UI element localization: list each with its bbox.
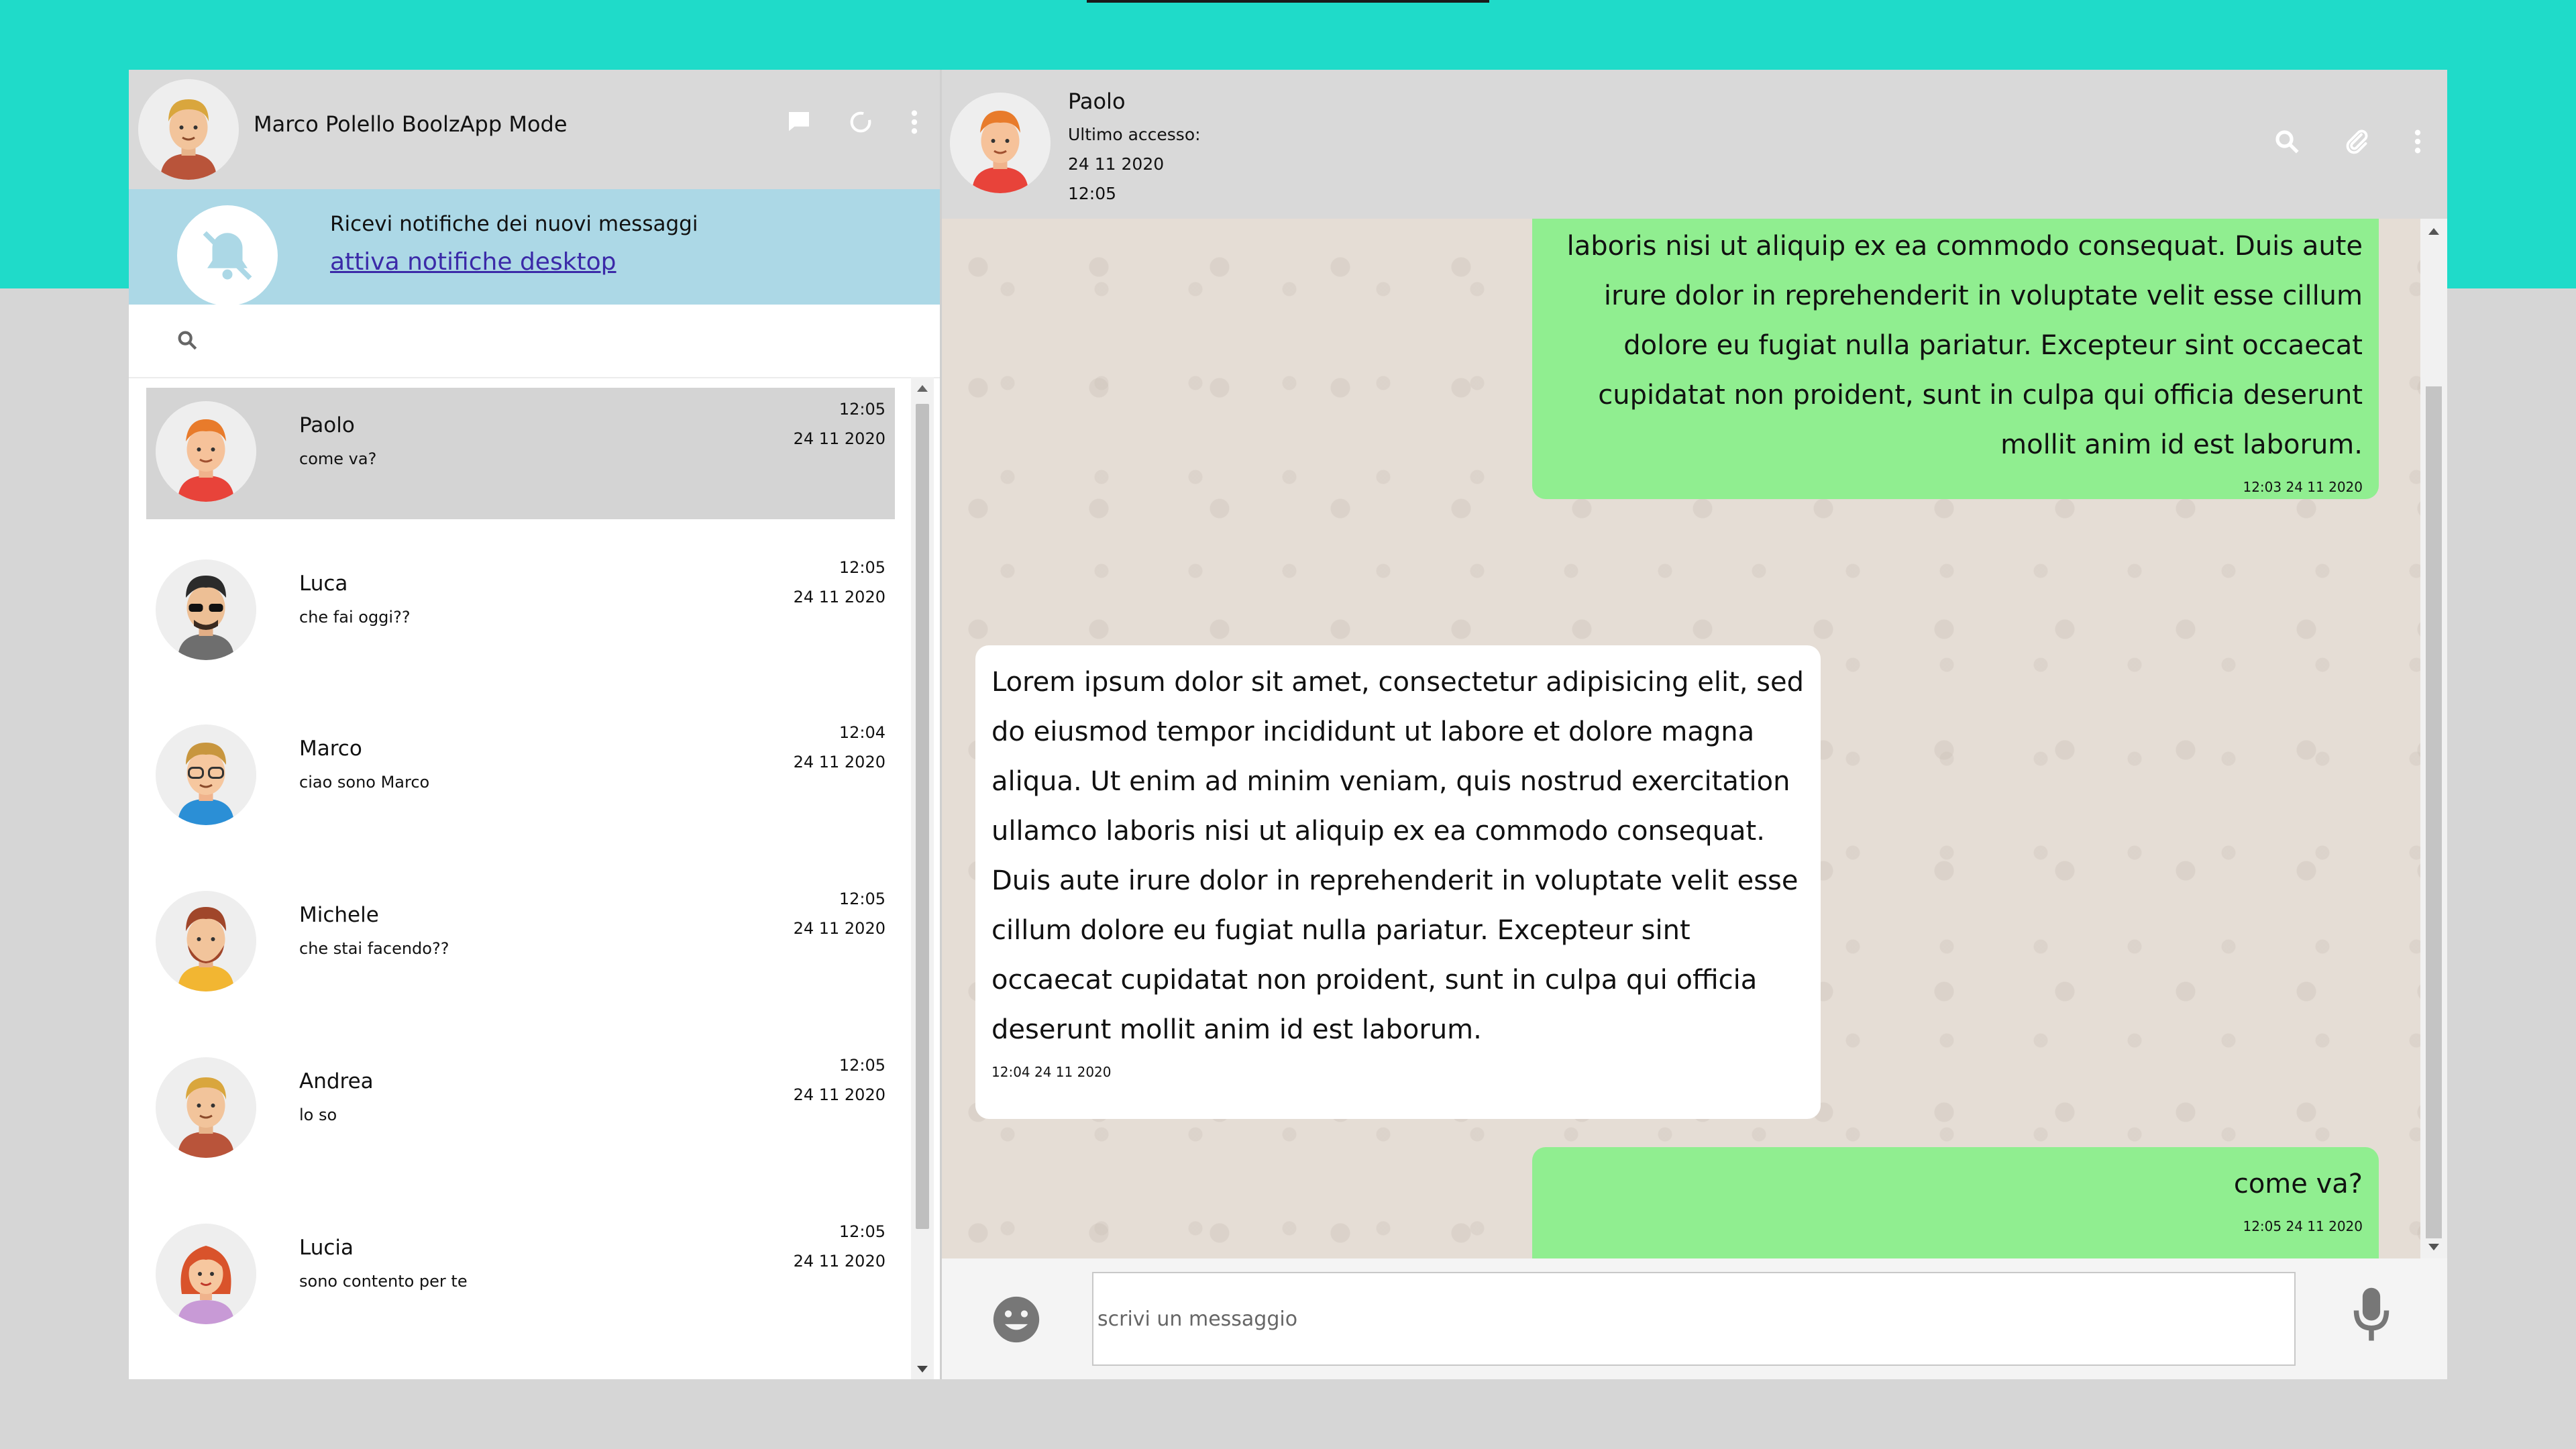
message-composer [942, 1258, 2447, 1379]
status-icon[interactable] [847, 109, 874, 136]
contact-last-message: sono contento per te [299, 1272, 468, 1291]
contact-date: 24 11 2020 [793, 1252, 885, 1271]
contact-item-andrea[interactable]: Andrea lo so 12:05 24 11 2020 [146, 1044, 895, 1175]
chat-contact-name: Paolo [1068, 89, 1126, 114]
message-area: enim ad minim veniam, quis nostrud exerc… [942, 219, 2447, 1258]
message-area-scrollbar[interactable] [2420, 219, 2447, 1258]
chat-contact-avatar[interactable] [950, 93, 1051, 193]
contact-date: 24 11 2020 [793, 753, 885, 771]
contact-time: 12:04 [839, 723, 885, 742]
contact-last-message: ciao sono Marco [299, 773, 430, 792]
message-sent: come va? 12:05 24 11 2020 [1532, 1147, 2379, 1258]
contact-item-marco[interactable]: Marco ciao sono Marco 12:04 24 11 2020 [146, 711, 895, 843]
scroll-up-arrow-icon[interactable] [917, 385, 928, 392]
contact-avatar [156, 724, 256, 825]
scroll-down-arrow-icon[interactable] [917, 1366, 928, 1373]
message-text: Lorem ipsum dolor sit amet, consectetur … [991, 667, 1805, 1045]
message-text: enim ad minim veniam, quis nostrud exerc… [1566, 231, 2363, 460]
contact-last-message: lo so [299, 1106, 337, 1124]
message-input[interactable] [1092, 1272, 2296, 1366]
contact-date: 24 11 2020 [793, 588, 885, 606]
contact-list: Paolo come va? 12:05 24 11 2020 Luca che… [146, 388, 911, 1379]
search-icon[interactable] [2273, 127, 2301, 156]
contact-avatar [156, 1057, 256, 1158]
contact-avatar [156, 1224, 256, 1324]
contact-last-message: che fai oggi?? [299, 608, 411, 627]
contact-last-message: che stai facendo?? [299, 939, 449, 958]
scroll-up-arrow-icon[interactable] [2428, 228, 2439, 235]
contact-item-paolo[interactable]: Paolo come va? 12:05 24 11 2020 [146, 388, 895, 519]
message-received: Lorem ipsum dolor sit amet, consectetur … [975, 645, 1821, 1119]
last-seen-label: Ultimo accesso: [1068, 125, 1201, 144]
chat-header: Paolo Ultimo accesso: 24 11 2020 12:05 [942, 70, 2447, 219]
attachment-icon[interactable] [2343, 127, 2371, 156]
bell-off-icon [177, 205, 278, 306]
contact-item-michele[interactable]: Michele che stai facendo?? 12:05 24 11 2… [146, 877, 895, 1009]
chat-icon[interactable] [786, 109, 812, 136]
contact-time: 12:05 [839, 890, 885, 908]
message-time: 12:04 24 11 2020 [991, 1064, 1112, 1080]
user-avatar[interactable] [138, 79, 239, 180]
sidebar-header-icons [786, 109, 920, 136]
sidebar-header: Marco Polello BoolzApp Mode [129, 70, 940, 189]
contact-time: 12:05 [839, 1056, 885, 1075]
search-bar [129, 305, 940, 378]
emoji-icon[interactable] [989, 1292, 1044, 1347]
menu-dots-icon[interactable] [2412, 128, 2423, 155]
message-text: come va? [2233, 1169, 2363, 1199]
menu-dots-icon[interactable] [909, 109, 920, 136]
contact-name: Paolo [299, 413, 355, 437]
app-window: Marco Polello BoolzApp Mode Ricevi notif… [129, 70, 2447, 1379]
contact-time: 12:05 [839, 1222, 885, 1241]
scroll-down-arrow-icon[interactable] [2428, 1244, 2439, 1250]
message-time: 12:05 24 11 2020 [2243, 1218, 2363, 1234]
scrollbar-thumb[interactable] [2426, 386, 2442, 1238]
contact-item-lucia[interactable]: Lucia sono contento per te 12:05 24 11 2… [146, 1210, 895, 1342]
contact-name: Lucia [299, 1236, 354, 1260]
message-time: 12:03 24 11 2020 [2243, 479, 2363, 495]
top-line [1087, 0, 1489, 3]
notification-title: Ricevi notifiche dei nuovi messaggi [330, 212, 698, 236]
chat-panel: Paolo Ultimo accesso: 24 11 2020 12:05 e… [942, 70, 2447, 1379]
contact-name: Luca [299, 572, 348, 596]
contact-time: 12:05 [839, 558, 885, 577]
contact-time: 12:05 [839, 400, 885, 419]
user-name: Marco Polello BoolzApp Mode [254, 111, 568, 137]
last-seen-time: 12:05 [1068, 184, 1117, 203]
contact-avatar [156, 401, 256, 502]
contact-date: 24 11 2020 [793, 429, 885, 448]
contact-name: Michele [299, 903, 379, 927]
search-input[interactable] [209, 321, 910, 362]
contact-name: Andrea [299, 1069, 374, 1093]
contact-name: Marco [299, 737, 362, 761]
notification-banner: Ricevi notifiche dei nuovi messaggi atti… [129, 189, 940, 306]
search-icon [176, 329, 199, 352]
contact-list-scrollbar[interactable] [911, 377, 934, 1379]
microphone-icon[interactable] [2349, 1285, 2394, 1346]
contact-last-message: come va? [299, 449, 377, 468]
scrollbar-thumb[interactable] [916, 404, 929, 1229]
contact-item-luca[interactable]: Luca che fai oggi?? 12:05 24 11 2020 [146, 546, 895, 678]
contact-avatar [156, 559, 256, 660]
sidebar: Marco Polello BoolzApp Mode Ricevi notif… [129, 70, 942, 1379]
enable-notifications-link[interactable]: attiva notifiche desktop [330, 248, 616, 276]
last-seen-date: 24 11 2020 [1068, 154, 1165, 174]
message-sent: enim ad minim veniam, quis nostrud exerc… [1532, 219, 2379, 499]
contact-avatar [156, 891, 256, 991]
contact-date: 24 11 2020 [793, 1085, 885, 1104]
chat-header-icons [2273, 127, 2423, 156]
contact-date: 24 11 2020 [793, 919, 885, 938]
